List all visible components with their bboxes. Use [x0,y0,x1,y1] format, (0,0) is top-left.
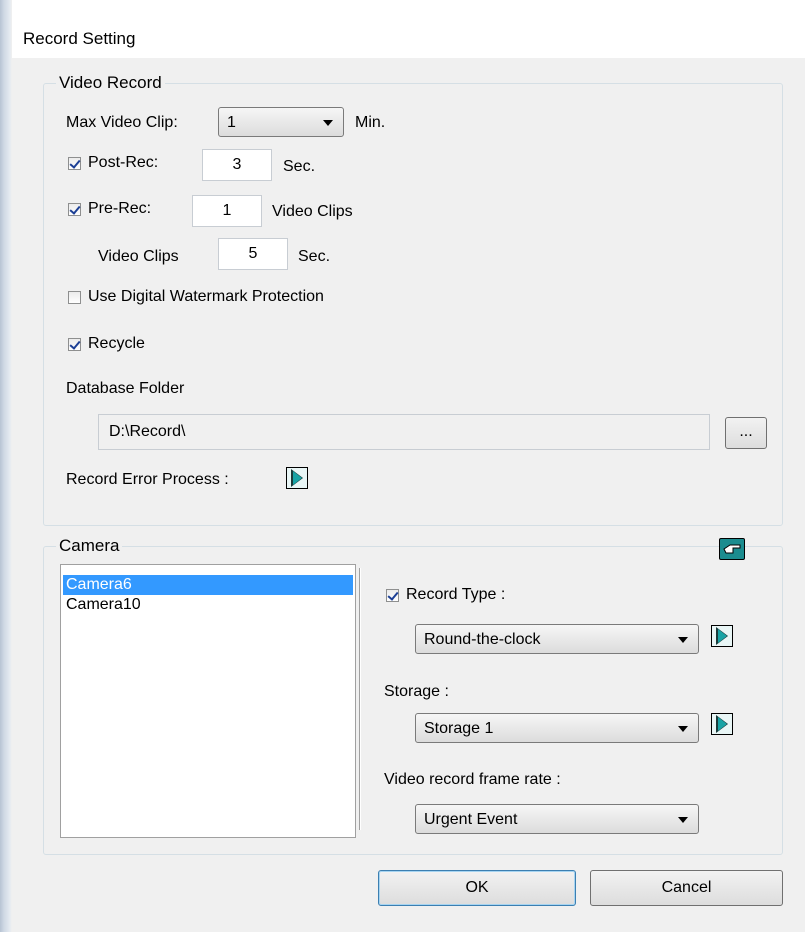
chevron-down-icon [323,120,333,126]
record-type-dropdown[interactable]: Round-the-clock [415,624,699,654]
browse-folder-button[interactable]: ... [725,417,767,449]
title-bar[interactable]: Record Setting [12,0,805,58]
frame-rate-dropdown[interactable]: Urgent Event [415,804,699,834]
post-rec-label: Post-Rec: [88,154,159,171]
video-clips-label: Video Clips [98,248,179,265]
post-rec-unit: Sec. [283,158,316,175]
database-folder-input[interactable]: D:\Record\ [98,414,710,450]
camera-group-label: Camera [56,536,123,556]
record-error-process-label: Record Error Process : [66,471,229,488]
window-title: Record Setting [23,29,136,48]
record-type-label: Record Type : [406,586,506,603]
chevron-down-icon [678,726,688,732]
record-error-process-arrow-icon[interactable] [286,467,308,489]
frame-rate-value: Urgent Event [424,811,518,828]
video-clips-input[interactable]: 5 [218,238,288,270]
watermark-checkbox[interactable] [68,291,81,304]
record-setting-dialog: Record Setting Video Record Max Video Cl… [0,0,805,932]
frame-rate-label: Video record frame rate : [384,771,561,788]
pre-rec-input[interactable]: 1 [192,195,262,227]
camera-list-item-1[interactable]: Camera10 [63,595,353,615]
watermark-label: Use Digital Watermark Protection [88,288,324,305]
pre-rec-checkbox[interactable] [68,203,81,216]
pre-rec-unit: Video Clips [272,203,353,220]
cancel-button[interactable]: Cancel [590,870,783,906]
ok-button[interactable]: OK [378,870,576,906]
video-clips-unit: Sec. [298,248,331,265]
pre-rec-label: Pre-Rec: [88,200,152,217]
database-folder-label: Database Folder [66,380,185,397]
storage-dropdown[interactable]: Storage 1 [415,713,699,743]
window-left-border [0,0,12,932]
pointing-hand-icon[interactable] [719,538,745,560]
dialog-body: Video Record Max Video Clip: 1 Min. Post… [12,58,805,932]
video-record-group-label: Video Record [56,73,165,93]
max-video-clip-unit: Min. [355,114,386,131]
camera-listbox[interactable]: Camera6 Camera10 [60,564,356,838]
chevron-down-icon [678,817,688,823]
max-video-clip-dropdown[interactable]: 1 [218,107,344,137]
database-folder-value: D:\Record\ [109,423,186,440]
storage-label: Storage : [384,683,449,700]
record-type-checkbox[interactable] [386,589,399,602]
max-video-clip-label: Max Video Clip: [66,114,178,131]
storage-arrow-icon[interactable] [711,713,733,735]
storage-value: Storage 1 [424,720,494,737]
recycle-label: Recycle [88,335,145,352]
record-type-arrow-icon[interactable] [711,625,733,647]
camera-list-item-0[interactable]: Camera6 [63,575,353,595]
recycle-checkbox[interactable] [68,338,81,351]
chevron-down-icon [678,637,688,643]
post-rec-input[interactable]: 3 [202,149,272,181]
camera-panel-separator [359,568,361,830]
post-rec-checkbox[interactable] [68,157,81,170]
max-video-clip-value: 1 [227,114,236,131]
record-type-value: Round-the-clock [424,631,541,648]
